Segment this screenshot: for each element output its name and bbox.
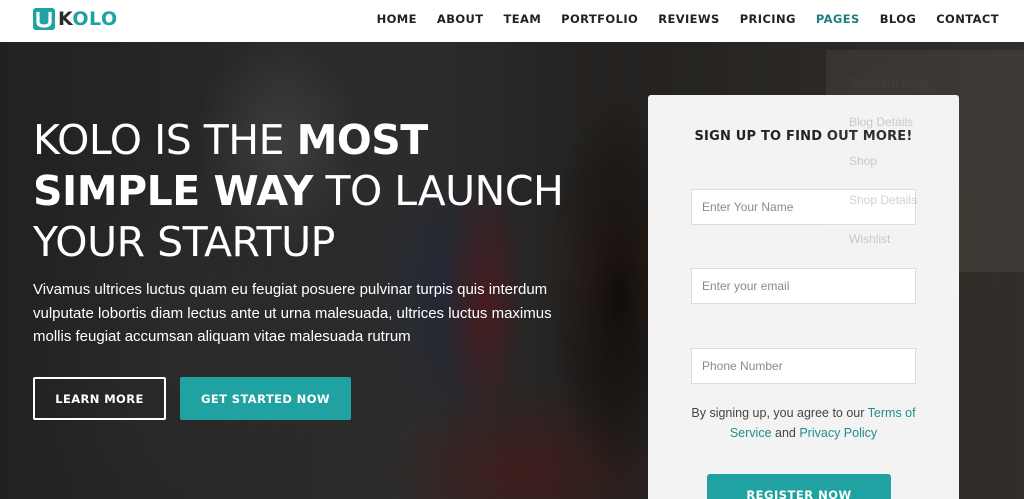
hero-description: Vivamus ultrices luctus quam eu feugiat … xyxy=(33,281,552,345)
privacy-link[interactable]: Privacy Policy xyxy=(799,426,877,440)
top-header: KOLO HOME ABOUT TEAM PORTFOLIO REVIEWS P… xyxy=(0,0,1024,42)
nav-pages[interactable]: PAGES xyxy=(816,12,860,26)
email-input[interactable] xyxy=(691,268,916,304)
logo-mark-icon xyxy=(33,8,55,30)
nav-pricing[interactable]: PRICING xyxy=(740,12,796,26)
terms-text: By signing up, you agree to our Terms of… xyxy=(691,406,916,440)
learn-more-button[interactable]: LEARN MORE xyxy=(33,377,166,420)
logo-text: KOLO xyxy=(58,8,118,30)
dropdown-item[interactable]: Shop Details xyxy=(849,193,917,207)
dropdown-item[interactable]: Blog Details xyxy=(849,115,913,129)
dropdown-item[interactable]: Wishlist xyxy=(849,232,890,246)
register-button[interactable]: REGISTER NOW xyxy=(707,474,891,499)
get-started-button[interactable]: GET STARTED NOW xyxy=(180,377,351,420)
logo[interactable]: KOLO xyxy=(33,7,118,31)
nav-home[interactable]: HOME xyxy=(377,12,417,26)
hero-headline: KOLO IS THE MOST SIMPLE WAY TO LAUNCH YO… xyxy=(33,116,564,266)
dropdown-item[interactable]: Shop xyxy=(849,154,877,168)
dropdown-item[interactable]: Standard Page xyxy=(849,76,929,90)
nav-team[interactable]: TEAM xyxy=(504,12,542,26)
nav-portfolio[interactable]: PORTFOLIO xyxy=(561,12,638,26)
nav-about[interactable]: ABOUT xyxy=(437,12,484,26)
nav-reviews[interactable]: REVIEWS xyxy=(658,12,720,26)
nav-contact[interactable]: CONTACT xyxy=(936,12,999,26)
nav-blog[interactable]: BLOG xyxy=(880,12,917,26)
phone-input[interactable] xyxy=(691,348,916,384)
main-nav: HOME ABOUT TEAM PORTFOLIO REVIEWS PRICIN… xyxy=(357,0,999,38)
pages-dropdown: Standard Page Blog Details Shop Shop Det… xyxy=(826,50,1024,272)
